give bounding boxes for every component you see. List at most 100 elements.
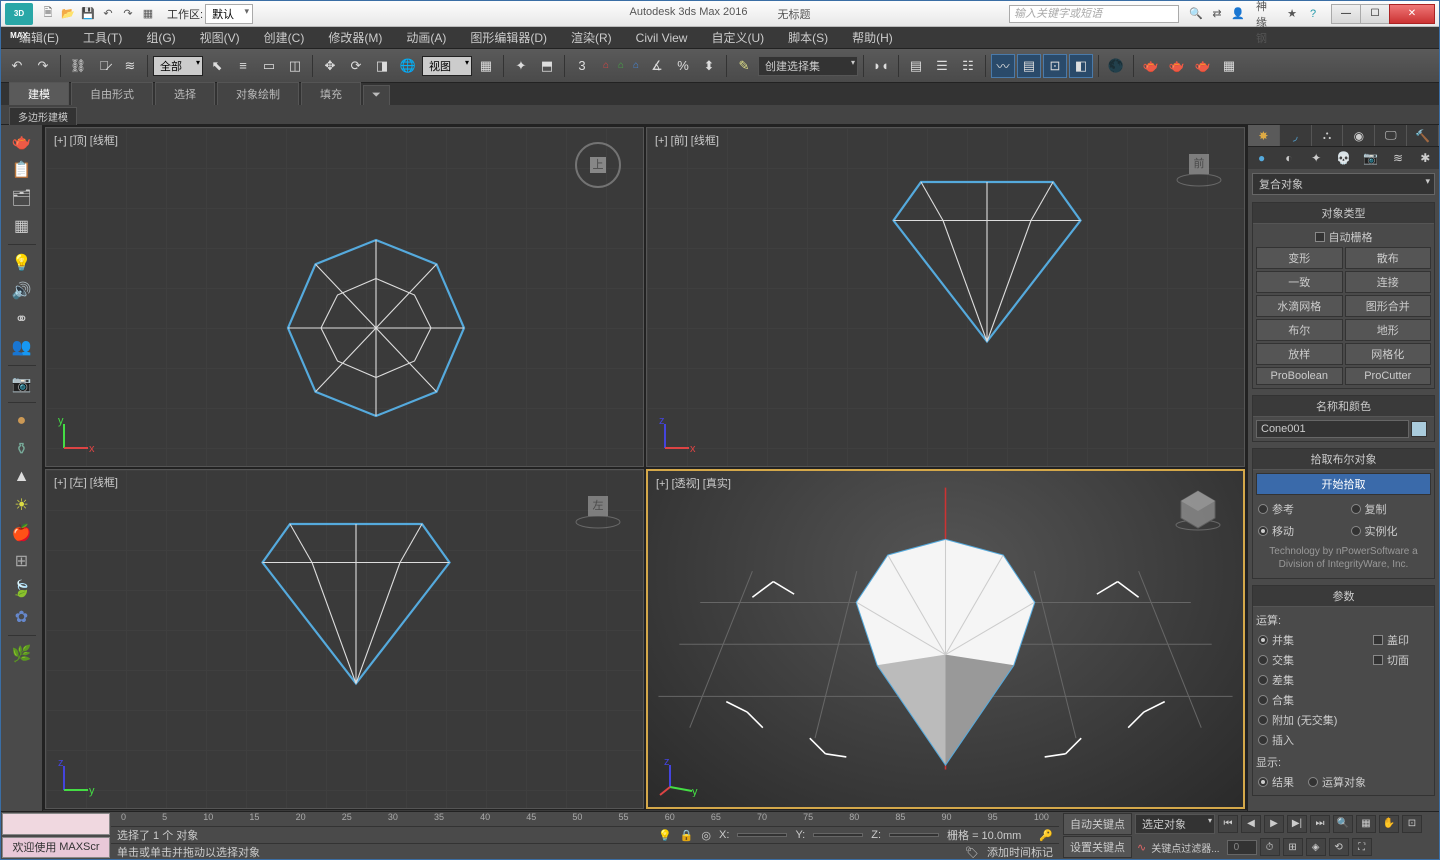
tab-freeform[interactable]: 自由形式 bbox=[71, 82, 153, 105]
search-input[interactable]: 输入关键字或短语 bbox=[1009, 5, 1179, 23]
redo-button[interactable]: ↷ bbox=[31, 54, 55, 78]
cone-icon[interactable]: ▲ bbox=[7, 464, 37, 490]
radio-subtract[interactable] bbox=[1258, 675, 1268, 685]
start-pick-button[interactable]: 开始拾取 bbox=[1256, 473, 1431, 495]
modify-tab[interactable]: ◞ bbox=[1280, 125, 1312, 146]
cameras-subtab[interactable]: 💀 bbox=[1330, 147, 1357, 169]
bind-button[interactable]: ≋ bbox=[118, 54, 142, 78]
snap-x[interactable]: ⌂ bbox=[599, 56, 613, 76]
shapes-subtab[interactable]: ◐ bbox=[1275, 147, 1302, 169]
viewcube-persp[interactable] bbox=[1173, 483, 1223, 533]
nav-walk[interactable]: ⊡ bbox=[1402, 815, 1422, 833]
open-icon[interactable]: 📂 bbox=[59, 5, 77, 23]
btn-blobmesh[interactable]: 水滴网格 bbox=[1256, 295, 1343, 317]
redo-icon[interactable]: ↷ bbox=[119, 5, 137, 23]
chk-stamp[interactable] bbox=[1373, 635, 1383, 645]
frame-input[interactable]: 0 bbox=[1227, 840, 1257, 855]
viewcube-top[interactable]: 上 bbox=[573, 140, 623, 190]
scene-explorer[interactable]: ◧ bbox=[1069, 54, 1093, 78]
create-tab[interactable]: ✸ bbox=[1248, 125, 1280, 146]
goto-start[interactable]: ⏮ bbox=[1218, 815, 1238, 833]
close-button[interactable]: ✕ bbox=[1389, 4, 1435, 24]
search-icon[interactable]: 🔍 bbox=[1187, 6, 1205, 22]
btn-scatter[interactable]: 散布 bbox=[1345, 247, 1432, 269]
menu-modifier[interactable]: 修改器(M) bbox=[318, 27, 392, 48]
autokey-button[interactable]: 自动关键点 bbox=[1063, 813, 1132, 835]
layers-button[interactable]: ☰ bbox=[930, 54, 954, 78]
setkey-button[interactable]: 设置关键点 bbox=[1063, 836, 1132, 858]
minimize-button[interactable]: — bbox=[1331, 4, 1361, 24]
scale-button[interactable]: ◨ bbox=[370, 54, 394, 78]
save-icon[interactable]: 💾 bbox=[79, 5, 97, 23]
isolate-icon[interactable]: ◎ bbox=[701, 829, 711, 842]
category-dropdown[interactable]: 复合对象 bbox=[1252, 173, 1435, 195]
pick-header[interactable]: 拾取布尔对象 bbox=[1253, 449, 1434, 470]
tab-fill[interactable]: 填充 bbox=[301, 82, 361, 105]
menu-tools[interactable]: 工具(T) bbox=[73, 27, 132, 48]
maxscript-mini[interactable] bbox=[2, 813, 110, 835]
menu-graph[interactable]: 图形编辑器(D) bbox=[460, 27, 557, 48]
viewport-left[interactable]: [+] [左] [线框] 左 zy bbox=[45, 469, 644, 809]
people-icon[interactable]: 👥 bbox=[7, 334, 37, 360]
help-icon[interactable]: ? bbox=[1304, 6, 1322, 22]
mirror-button[interactable]: ◗◖ bbox=[869, 54, 893, 78]
layer-explorer[interactable]: ☷ bbox=[956, 54, 980, 78]
radio-instance[interactable] bbox=[1351, 526, 1361, 536]
ribbon-expand[interactable]: ⏷ bbox=[363, 85, 390, 105]
undo-icon[interactable]: ↶ bbox=[99, 5, 117, 23]
menu-custom[interactable]: 自定义(U) bbox=[701, 27, 774, 48]
radio-operands[interactable] bbox=[1308, 777, 1318, 787]
radio-copy[interactable] bbox=[1351, 504, 1361, 514]
angle-snap[interactable]: ∡ bbox=[645, 54, 669, 78]
radio-intersect[interactable] bbox=[1258, 655, 1268, 665]
viewcube-front[interactable]: 前 bbox=[1174, 140, 1224, 190]
nav-zoom[interactable]: 🔍 bbox=[1333, 815, 1353, 833]
utilities-tab[interactable]: 🔨 bbox=[1407, 125, 1439, 146]
menu-animation[interactable]: 动画(A) bbox=[396, 27, 456, 48]
pivot-button[interactable]: ▦ bbox=[474, 54, 498, 78]
maximize-button[interactable]: ☐ bbox=[1360, 4, 1390, 24]
vp-persp-label[interactable]: [+] [透视] [真实] bbox=[656, 475, 731, 491]
dope-sheet[interactable]: ▤ bbox=[1017, 54, 1041, 78]
rotate-button[interactable]: ⟳ bbox=[344, 54, 368, 78]
workspace-dropdown[interactable]: 默认 bbox=[205, 4, 253, 24]
nav-pan[interactable]: ✋ bbox=[1379, 815, 1399, 833]
btn-terrain[interactable]: 地形 bbox=[1345, 319, 1432, 341]
sun-icon[interactable]: ☀ bbox=[7, 492, 37, 518]
undo-button[interactable]: ↶ bbox=[5, 54, 29, 78]
object-color-swatch[interactable] bbox=[1411, 421, 1427, 437]
btn-proboolean[interactable]: ProBoolean bbox=[1256, 367, 1343, 385]
chk-slice[interactable] bbox=[1373, 655, 1383, 665]
hierarchy-tab[interactable]: ⛬ bbox=[1312, 125, 1344, 146]
menu-edit[interactable]: 编辑(E) bbox=[9, 27, 69, 48]
user-icon[interactable]: 👤 bbox=[1229, 6, 1247, 22]
refsys-dropdown[interactable]: 视图 bbox=[422, 56, 472, 76]
new-icon[interactable]: 🗎 bbox=[39, 5, 57, 23]
material-editor[interactable]: 🌑 bbox=[1104, 54, 1128, 78]
tab-paint[interactable]: 对象绘制 bbox=[217, 82, 299, 105]
menu-render[interactable]: 渲染(R) bbox=[561, 27, 622, 48]
named-sel-dropdown[interactable]: 创建选择集 bbox=[758, 56, 858, 76]
circles-icon[interactable]: ⚭ bbox=[7, 306, 37, 332]
apple-icon[interactable]: 🍎 bbox=[7, 520, 37, 546]
viewport-perspective[interactable]: [+] [透视] [真实] bbox=[646, 469, 1245, 809]
object-type-header[interactable]: 对象类型 bbox=[1253, 203, 1434, 224]
render-prod[interactable]: 🫖 bbox=[1191, 54, 1215, 78]
snap-y[interactable]: ⌂ bbox=[614, 56, 628, 76]
lights-subtab[interactable]: ✦ bbox=[1303, 147, 1330, 169]
snap-toggle[interactable]: 3 bbox=[570, 54, 594, 78]
nav-orbit[interactable]: ⟲ bbox=[1329, 838, 1349, 856]
tab-modeling[interactable]: 建模 bbox=[9, 82, 69, 105]
sound-icon[interactable]: 🔊 bbox=[7, 278, 37, 304]
btn-conform[interactable]: 一致 bbox=[1256, 271, 1343, 293]
exchange-icon[interactable]: ⇄ bbox=[1208, 6, 1226, 22]
schematic-view[interactable]: ⊡ bbox=[1043, 54, 1067, 78]
move-button[interactable]: ✥ bbox=[318, 54, 342, 78]
vp-front-label[interactable]: [+] [前] [线框] bbox=[655, 132, 719, 148]
fav-icon[interactable]: ★ bbox=[1283, 6, 1301, 22]
vessel-icon[interactable]: ⚱ bbox=[7, 436, 37, 462]
nav-fov[interactable]: ▦ bbox=[1356, 815, 1376, 833]
light-icon[interactable]: 💡 bbox=[7, 250, 37, 276]
object-name-input[interactable] bbox=[1256, 420, 1409, 438]
render-iter[interactable]: ▦ bbox=[1217, 54, 1241, 78]
